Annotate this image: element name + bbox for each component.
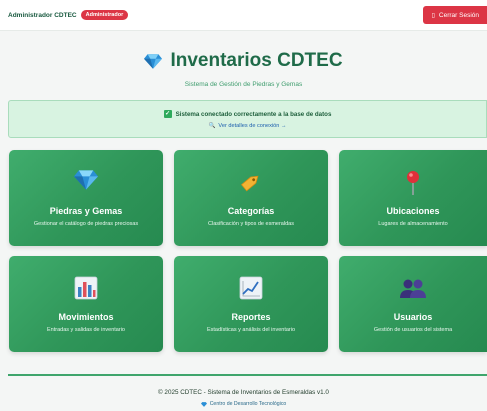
gem-icon	[74, 170, 98, 190]
role-badge: Administrador	[80, 10, 129, 20]
logout-button[interactable]: ▯ Cerrar Sesión	[422, 6, 487, 24]
pin-icon	[407, 171, 419, 195]
bar-chart-icon	[74, 276, 98, 300]
card-description: Lugares de almacenamiento	[378, 221, 448, 227]
card-title: Categorías	[227, 206, 275, 216]
footer-divider	[8, 374, 487, 376]
check-icon: ✓	[163, 110, 172, 118]
tag-icon	[240, 175, 259, 192]
users-icon	[400, 279, 426, 298]
page-subtitle: Sistema de Gestión de Piedras y Gemas	[184, 80, 303, 88]
card-reportes[interactable]: Reportes Estadísticas y análisis del inv…	[174, 256, 328, 352]
magnifier-icon: 🔍	[208, 123, 216, 129]
connection-details-label: Ver detalles de conexión →	[218, 123, 287, 129]
status-line: ✓ Sistema conectado correctamente a la b…	[9, 110, 486, 118]
card-movimientos[interactable]: Movimientos Entradas y salidas de invent…	[9, 256, 163, 352]
status-message: Sistema conectado correctamente a la bas…	[175, 110, 332, 118]
connection-status: ✓ Sistema conectado correctamente a la b…	[8, 100, 487, 138]
card-description: Entradas y salidas de inventario	[47, 327, 125, 333]
gem-icon	[144, 53, 163, 69]
gem-icon	[200, 401, 207, 407]
top-bar: Administrador CDTEC Administrador ▯ Cerr…	[0, 0, 487, 31]
footer-copyright: © 2025 CDTEC - Sistema de Inventarios de…	[158, 389, 329, 396]
card-description: Estadísticas y análisis del inventario	[206, 327, 296, 333]
door-icon: ▯	[431, 12, 435, 19]
card-usuarios[interactable]: Usuarios Gestión de usuarios del sistema	[339, 256, 487, 352]
card-description: Clasificación y tipos de esmeraldas	[208, 221, 294, 227]
card-description: Gestionar el catálogo de piedras precios…	[33, 221, 139, 227]
connection-details-link[interactable]: 🔍 Ver detalles de conexión →	[9, 123, 486, 129]
card-ubicaciones[interactable]: Ubicaciones Lugares de almacenamiento	[339, 150, 487, 246]
page-title-wrap: Inventarios CDTEC	[144, 50, 343, 72]
card-title: Movimientos	[58, 312, 114, 322]
card-piedras-gemas[interactable]: Piedras y Gemas Gestionar el catálogo de…	[9, 150, 163, 246]
card-categorias[interactable]: Categorías Clasificación y tipos de esme…	[174, 150, 328, 246]
card-title: Reportes	[231, 312, 271, 322]
page-title: Inventarios CDTEC	[170, 50, 343, 71]
line-chart-icon	[239, 276, 263, 300]
footer-center-label: Centro de Desarrollo Tecnológico	[209, 401, 287, 407]
user-info: Administrador CDTEC Administrador	[8, 10, 129, 20]
card-title: Ubicaciones	[386, 206, 440, 216]
footer-center: Centro de Desarrollo Tecnológico	[0, 401, 487, 407]
logout-label: Cerrar Sesión	[438, 11, 479, 19]
user-name: Administrador CDTEC	[8, 11, 77, 19]
card-title: Piedras y Gemas	[49, 206, 123, 216]
card-description: Gestión de usuarios del sistema	[373, 327, 453, 333]
card-title: Usuarios	[393, 312, 433, 322]
